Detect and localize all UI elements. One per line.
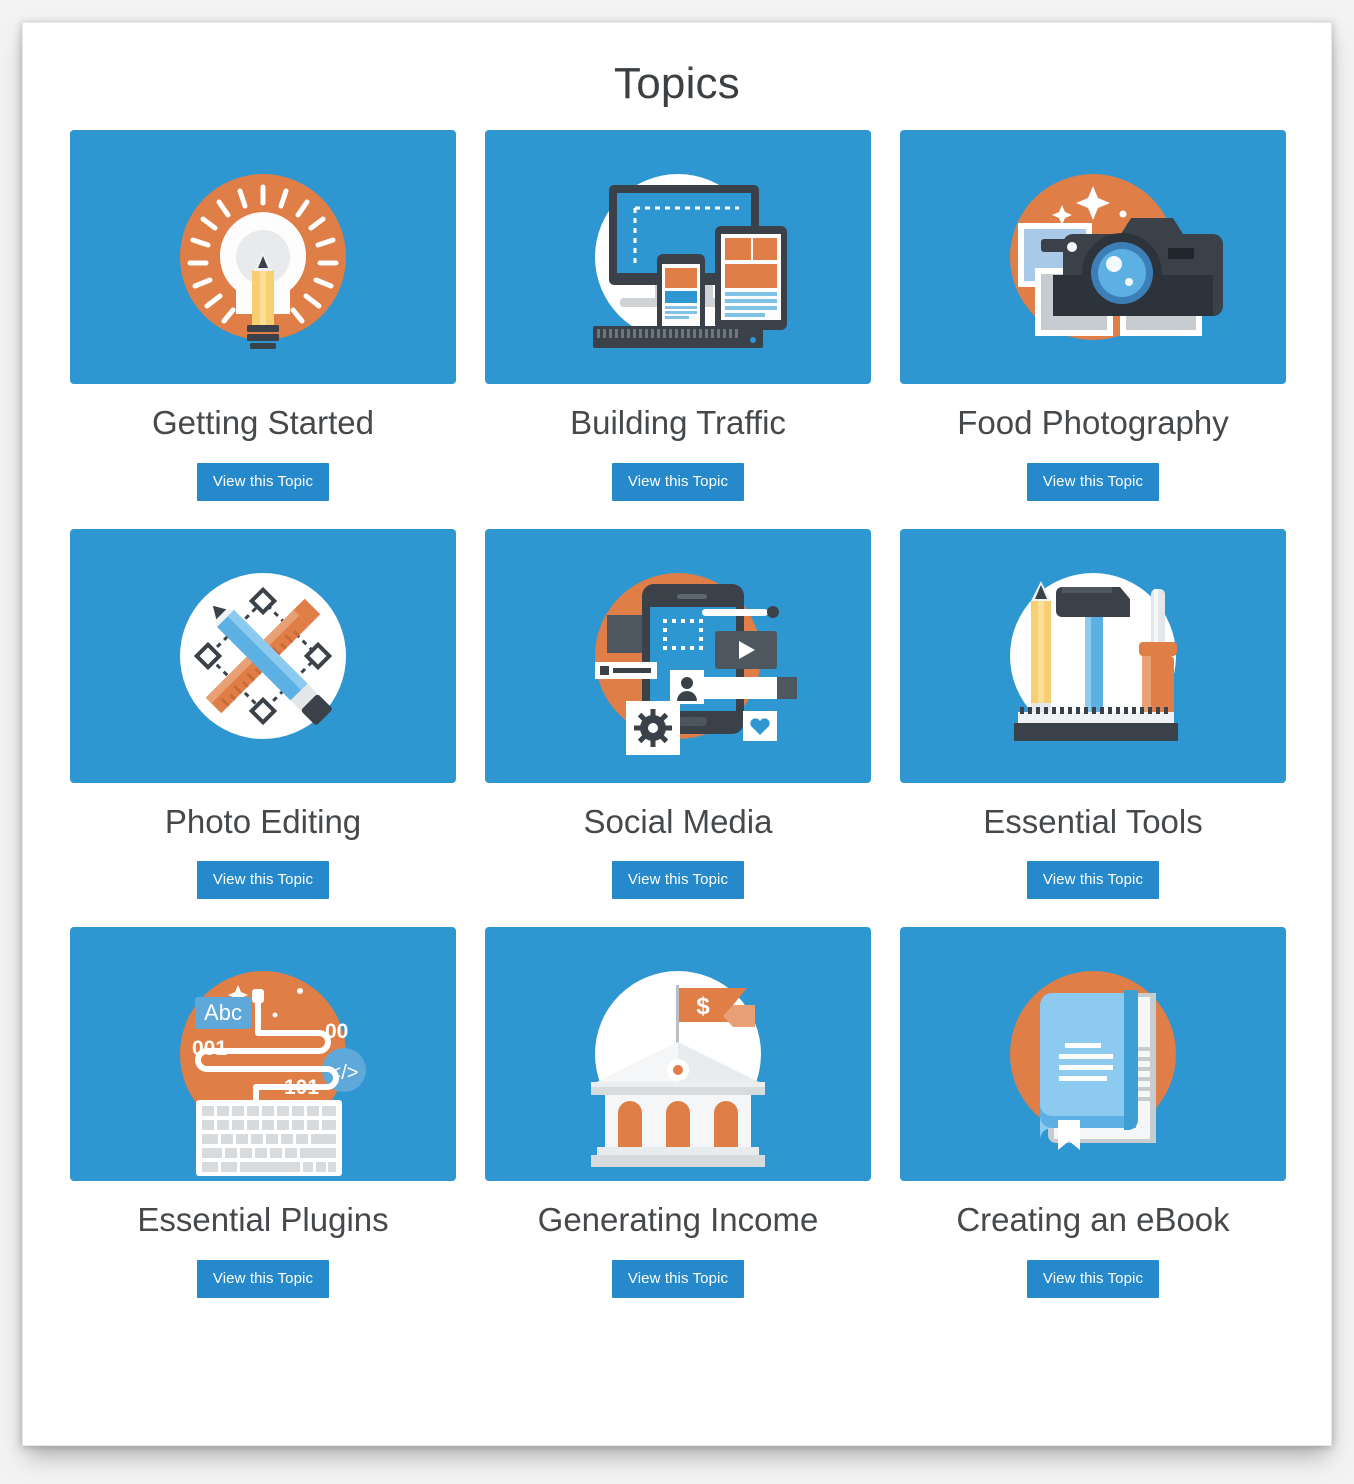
topic-card-essential-plugins: Abc 001 00 101 </> Essential Plugins Vie… [70, 927, 456, 1298]
topic-thumbnail[interactable] [900, 130, 1286, 384]
view-topic-button[interactable]: View this Topic [1026, 861, 1160, 900]
lightbulb-pencil-icon [180, 174, 346, 349]
topic-card-generating-income: $ Generating Income View this Topic [485, 927, 871, 1298]
topic-card-food-photography: Food Photography View this Topic [900, 130, 1286, 501]
page-shadow-wrapper: Topics Getting Started View this Topic B… [22, 22, 1332, 1446]
view-topic-button[interactable]: View this Topic [611, 861, 745, 900]
svg-text:$: $ [696, 993, 710, 1020]
topics-grid: Getting Started View this Topic Building… [70, 130, 1286, 1298]
topic-thumbnail[interactable] [900, 927, 1286, 1182]
topic-thumbnail[interactable]: Abc 001 00 101 </> [70, 927, 456, 1182]
topics-panel: Topics Getting Started View this Topic B… [22, 22, 1332, 1446]
view-topic-button[interactable]: View this Topic [196, 462, 330, 501]
topic-thumbnail[interactable] [70, 528, 456, 783]
topic-label: Essential Plugins [137, 1201, 389, 1239]
topic-thumbnail[interactable] [900, 528, 1286, 783]
topic-label: Social Media [583, 802, 773, 840]
view-topic-button[interactable]: View this Topic [611, 462, 745, 501]
smartphone-social-icon [595, 572, 797, 755]
pencil-ruler-icon [180, 572, 346, 739]
topic-card-getting-started: Getting Started View this Topic [70, 130, 456, 501]
topic-label: Photo Editing [164, 802, 362, 840]
topic-thumbnail[interactable] [485, 528, 871, 783]
responsive-devices-icon [593, 174, 787, 348]
topic-thumbnail[interactable] [70, 130, 456, 384]
abc-label: Abc [204, 1000, 242, 1025]
topic-thumbnail[interactable] [485, 130, 871, 384]
topic-label: Essential Tools [983, 802, 1203, 840]
hammer-screwdriver-pencil-icon [1010, 572, 1178, 741]
view-topic-button[interactable]: View this Topic [1026, 462, 1160, 501]
page-title: Topics [614, 59, 740, 108]
topic-card-creating-an-ebook: Creating an eBook View this Topic [900, 927, 1286, 1298]
keyboard-code-icon: Abc 001 00 101 </> [180, 971, 366, 1177]
topic-label: Creating an eBook [956, 1201, 1230, 1239]
view-topic-button[interactable]: View this Topic [1026, 1259, 1160, 1298]
camera-photos-icon [1010, 174, 1223, 340]
topic-card-building-traffic: Building Traffic View this Topic [485, 130, 871, 501]
view-topic-button[interactable]: View this Topic [611, 1259, 745, 1298]
topic-card-social-media: Social Media View this Topic [485, 528, 871, 900]
topic-card-photo-editing: Photo Editing View this Topic [70, 528, 456, 900]
view-topic-button[interactable]: View this Topic [196, 1259, 330, 1298]
topic-label: Generating Income [537, 1201, 819, 1239]
book-bookmark-icon [1010, 971, 1176, 1151]
topic-card-essential-tools: Essential Tools View this Topic [900, 528, 1286, 900]
bank-dollar-flag-icon: $ [591, 971, 765, 1168]
topic-label: Getting Started [152, 404, 374, 441]
topic-label: Food Photography [957, 404, 1229, 441]
topic-thumbnail[interactable]: $ [485, 927, 871, 1182]
view-topic-button[interactable]: View this Topic [196, 861, 330, 900]
topic-label: Building Traffic [570, 404, 786, 441]
